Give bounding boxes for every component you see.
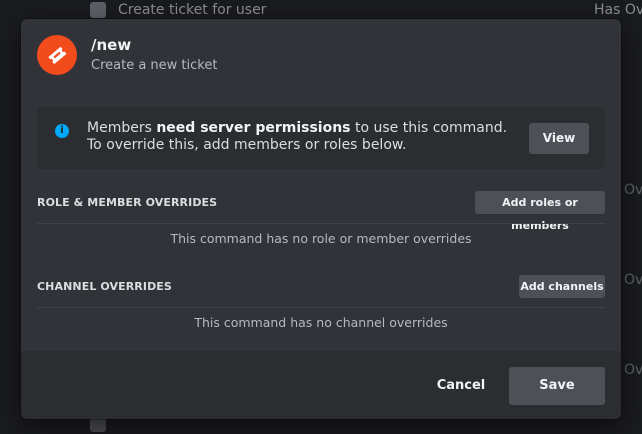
add-roles-or-members-button[interactable]: Add roles or members xyxy=(475,191,605,232)
background-fragment: Ov xyxy=(624,272,642,288)
modal-header: /new Create a new ticket xyxy=(21,19,621,91)
info-icon: i xyxy=(55,124,69,138)
notice-text: Members need server permissions to use t… xyxy=(87,120,519,154)
ticket-icon xyxy=(37,35,77,75)
channel-overrides-empty-text: This command has no channel overrides xyxy=(194,315,448,330)
background-row-label: Create ticket for user xyxy=(118,2,267,18)
role-overrides-heading: ROLE & MEMBER OVERRIDES xyxy=(37,196,218,209)
modal-footer: Cancel Save xyxy=(21,351,621,419)
permissions-notice: i Members need server permissions to use… xyxy=(37,107,605,169)
divider xyxy=(37,307,605,308)
add-channels-button[interactable]: Add channels xyxy=(519,275,605,298)
background-fragment: Ov xyxy=(624,182,642,198)
view-button[interactable]: View xyxy=(529,123,589,154)
command-description: Create a new ticket xyxy=(91,58,218,73)
background-fragment: Ov xyxy=(624,362,642,378)
command-icon xyxy=(90,2,106,18)
command-permissions-modal: /new Create a new ticket i Members need … xyxy=(21,19,621,419)
save-button[interactable]: Save xyxy=(509,367,605,405)
channel-overrides-heading: CHANNEL OVERRIDES xyxy=(37,280,172,293)
background-row-status: Has Ove xyxy=(594,2,642,18)
command-name: /new xyxy=(91,36,132,54)
notice-text-bold: need server permissions xyxy=(156,120,351,136)
divider xyxy=(37,223,605,224)
role-overrides-empty-text: This command has no role or member overr… xyxy=(170,231,472,246)
cancel-button[interactable]: Cancel xyxy=(427,367,495,405)
notice-text-prefix: Members xyxy=(87,120,157,136)
